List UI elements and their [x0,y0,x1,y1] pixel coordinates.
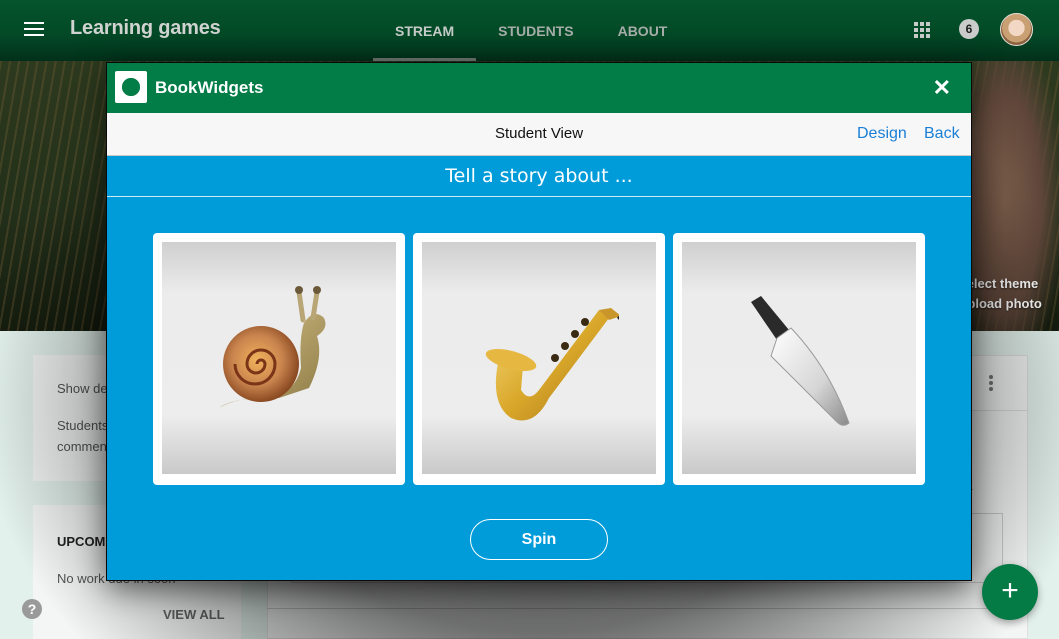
tab-about[interactable]: ABOUT [596,0,690,61]
tab-students[interactable]: STUDENTS [476,0,595,61]
apps-grid-icon[interactable] [914,22,930,38]
tab-stream[interactable]: STREAM [373,0,477,61]
story-card-saxophone[interactable] [413,233,665,485]
dialog-header: BookWidgets ✕ [107,63,971,113]
notification-badge[interactable]: 6 [959,19,979,39]
spin-button[interactable]: Spin [470,519,608,560]
back-link[interactable]: Back [924,125,960,143]
knife-icon [751,296,850,426]
add-fab-button[interactable]: + [982,564,1038,620]
view-title: Student View [494,125,584,142]
main-tabs: STREAM STUDENTS ABOUT [373,0,689,61]
bookwidgets-dialog: BookWidgets ✕ Student View Design Back T… [107,63,971,580]
class-title[interactable]: Learning games [70,17,221,40]
story-card-snail[interactable] [153,233,405,485]
comment-text: commen [57,439,107,454]
view-toolbar: Student View Design Back [107,113,971,156]
saxophone-icon [485,308,619,421]
design-link[interactable]: Design [857,125,907,143]
students-text: Students [57,418,109,433]
app-bar: Learning games STREAM STUDENTS ABOUT 6 [0,0,1059,61]
story-prompt: Tell a story about ... [107,156,971,197]
more-options-icon[interactable] [988,375,994,393]
upcoming-heading: UPCOMI [57,534,109,549]
bookwidgets-logo-icon [115,71,147,103]
story-cards [153,233,925,485]
divider [267,608,1028,609]
snail-icon [219,286,326,408]
menu-icon[interactable] [24,22,44,38]
help-icon[interactable]: ? [22,599,42,619]
dialog-brand: BookWidgets [155,78,264,97]
avatar[interactable] [1000,13,1033,46]
story-card-knife[interactable] [673,233,925,485]
view-all-link[interactable]: VIEW ALL [163,607,225,622]
close-icon[interactable]: ✕ [933,77,951,99]
show-delete-text: Show de [57,381,108,396]
